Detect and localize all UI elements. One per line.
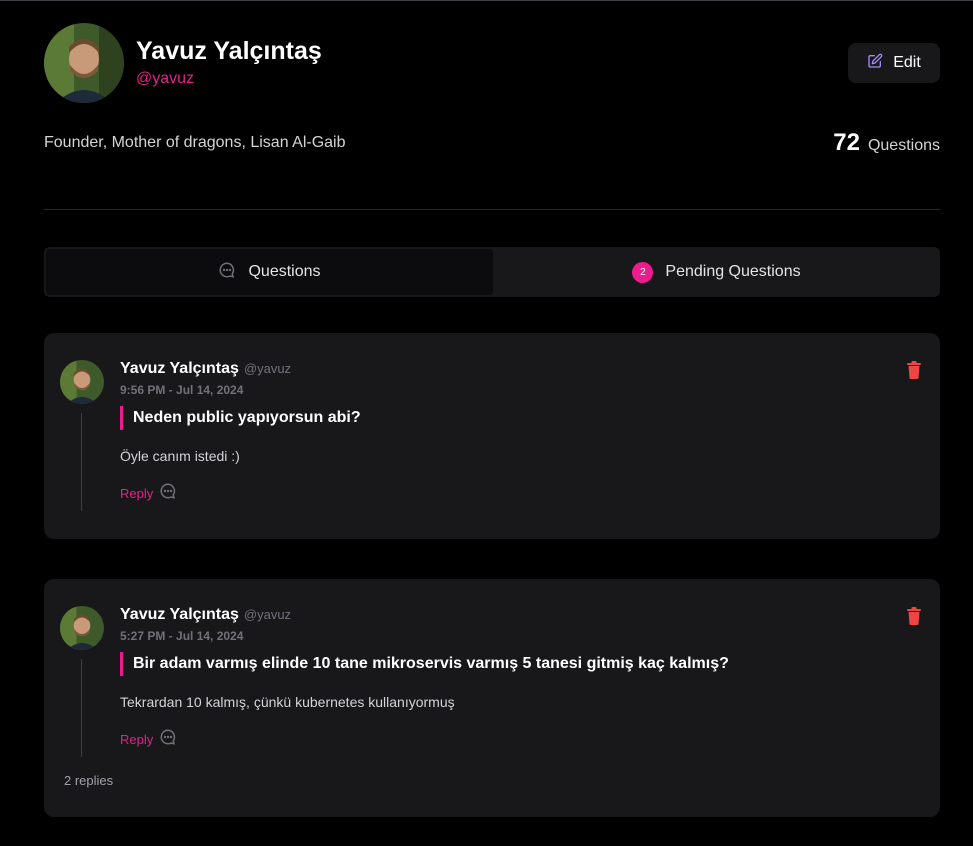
- tab-questions-label: Questions: [248, 263, 321, 280]
- author-handle: @yavuz: [243, 361, 292, 376]
- divider: [44, 209, 940, 210]
- tab-pending-label: Pending Questions: [665, 263, 801, 280]
- thread-line: [81, 413, 82, 511]
- author-name: Yavuz Yalçıntaş: [120, 606, 239, 623]
- reply-button[interactable]: Reply: [120, 482, 177, 505]
- tab-questions[interactable]: Questions: [46, 249, 493, 295]
- replies-count-link[interactable]: 2 replies: [64, 773, 113, 788]
- edit-profile-button[interactable]: Edit: [848, 43, 940, 83]
- trash-icon: [906, 361, 922, 383]
- pending-count-badge: 2: [632, 261, 654, 283]
- question-timestamp: 9:56 PM - Jul 14, 2024: [120, 383, 244, 397]
- chat-bubble-icon: [159, 728, 177, 751]
- question-timestamp: 5:27 PM - Jul 14, 2024: [120, 629, 244, 643]
- reply-button[interactable]: Reply: [120, 728, 177, 751]
- tab-pending-questions[interactable]: 2 Pending Questions: [493, 247, 940, 297]
- delete-button[interactable]: [906, 361, 922, 379]
- answer-text: Öyle canım istedi :): [120, 448, 240, 464]
- author-avatar[interactable]: [60, 360, 104, 404]
- reply-label: Reply: [120, 486, 154, 501]
- question-card: Yavuz Yalçıntaş @yavuz 5:27 PM - Jul 14,…: [44, 579, 940, 817]
- delete-button[interactable]: [906, 607, 922, 625]
- profile-avatar: [44, 23, 124, 103]
- profile-bio: Founder, Mother of dragons, Lisan Al-Gai…: [44, 134, 346, 151]
- reply-label: Reply: [120, 732, 154, 747]
- profile-handle: @yavuz: [136, 70, 195, 87]
- edit-button-label: Edit: [893, 54, 921, 71]
- edit-icon: [867, 53, 883, 74]
- author-avatar[interactable]: [60, 606, 104, 650]
- question-card: Yavuz Yalçıntaş @yavuz 9:56 PM - Jul 14,…: [44, 333, 940, 539]
- author-name: Yavuz Yalçıntaş: [120, 360, 239, 377]
- question-tabs: Questions 2 Pending Questions: [44, 247, 940, 297]
- trash-icon: [906, 607, 922, 629]
- author-info: Yavuz Yalçıntaş @yavuz: [120, 360, 291, 378]
- profile-name: Yavuz Yalçıntaş: [136, 37, 322, 65]
- author-info: Yavuz Yalçıntaş @yavuz: [120, 606, 291, 624]
- chat-bubble-icon: [218, 261, 236, 284]
- chat-bubble-icon: [159, 482, 177, 505]
- question-stats: 72 Questions: [833, 129, 940, 157]
- author-handle: @yavuz: [243, 607, 292, 622]
- thread-line: [81, 659, 82, 757]
- question-count-label: Questions: [867, 137, 940, 154]
- answer-text: Tekrardan 10 kalmış, çünkü kubernetes ku…: [120, 694, 455, 710]
- question-text: Neden public yapıyorsun abi?: [120, 406, 361, 430]
- question-count: 72: [833, 129, 860, 156]
- question-text: Bir adam varmış elinde 10 tane mikroserv…: [120, 652, 729, 676]
